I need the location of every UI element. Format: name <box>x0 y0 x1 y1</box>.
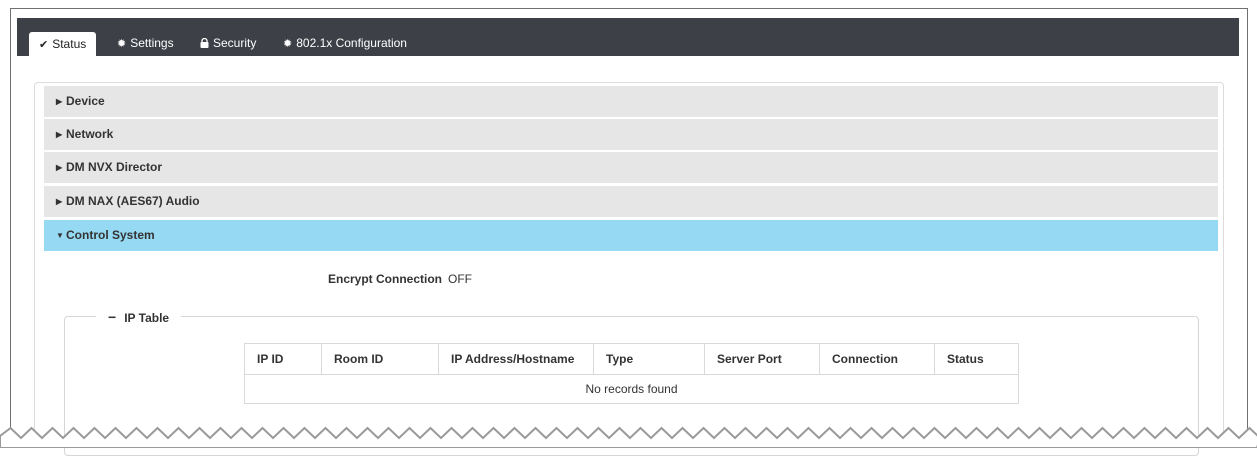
check-icon: ✔ <box>39 39 49 51</box>
section-network-label: Network <box>66 127 114 141</box>
gear-icon: ✹ <box>117 38 127 50</box>
section-device-label: Device <box>66 94 105 108</box>
tab-settings-label: Settings <box>130 36 174 50</box>
column-header-type[interactable]: Type <box>593 343 705 375</box>
table-row: No records found <box>244 374 1019 404</box>
gear-icon: ✹ <box>283 38 293 50</box>
column-header-room-id[interactable]: Room ID <box>321 343 439 375</box>
collapse-icon[interactable]: − <box>108 308 116 326</box>
column-header-ip-address[interactable]: IP Address/Hostname <box>438 343 594 375</box>
tab-security-label: Security <box>213 36 257 50</box>
section-nvx-label: DM NVX Director <box>66 160 163 174</box>
caret-right-icon: ▶ <box>56 163 63 172</box>
tab-bar: ✔ Status ✹ Settings Security ✹ 802.1x Confi… <box>17 18 1239 56</box>
caret-right-icon: ▶ <box>56 197 63 206</box>
tab-8021x-configuration[interactable]: ✹ 802.1x Configuration <box>283 30 407 56</box>
section-nax-label: DM NAX (AES67) Audio <box>66 194 200 208</box>
tab-status-label: Status <box>52 37 87 51</box>
lock-icon <box>200 31 209 57</box>
caret-right-icon: ▶ <box>56 97 63 106</box>
tab-status[interactable]: ✔ Status <box>29 32 97 56</box>
table-header-row: IP ID Room ID IP Address/Hostname Type S… <box>244 343 1019 375</box>
caret-right-icon: ▶ <box>56 130 63 139</box>
section-dm-nvx-director[interactable]: ▶ DM NVX Director <box>44 152 1218 183</box>
caret-down-icon: ▼ <box>56 231 64 240</box>
empty-message: No records found <box>244 374 1019 404</box>
column-header-connection[interactable]: Connection <box>819 343 935 375</box>
ip-table-title: IP Table <box>124 311 170 325</box>
column-header-server-port[interactable]: Server Port <box>704 343 820 375</box>
section-control-system-label: Control System <box>66 228 155 242</box>
encrypt-connection-label: Encrypt Connection <box>328 272 443 286</box>
encrypt-connection-value: OFF <box>448 272 472 286</box>
tab-settings[interactable]: ✹ Settings <box>117 30 174 56</box>
torn-edge <box>0 426 1257 448</box>
tab-security[interactable]: Security <box>200 30 256 56</box>
section-network[interactable]: ▶ Network <box>44 119 1218 150</box>
ip-table: IP ID Room ID IP Address/Hostname Type S… <box>244 343 1019 404</box>
column-header-ip-id[interactable]: IP ID <box>244 343 322 375</box>
tab-8021x-label: 802.1x Configuration <box>296 36 407 50</box>
section-device[interactable]: ▶ Device <box>44 86 1218 117</box>
section-control-system[interactable]: ▼ Control System <box>44 220 1218 251</box>
ip-table-legend: − IP Table <box>96 308 182 326</box>
column-header-status[interactable]: Status <box>934 343 1019 375</box>
section-dm-nax-audio[interactable]: ▶ DM NAX (AES67) Audio <box>44 186 1218 217</box>
